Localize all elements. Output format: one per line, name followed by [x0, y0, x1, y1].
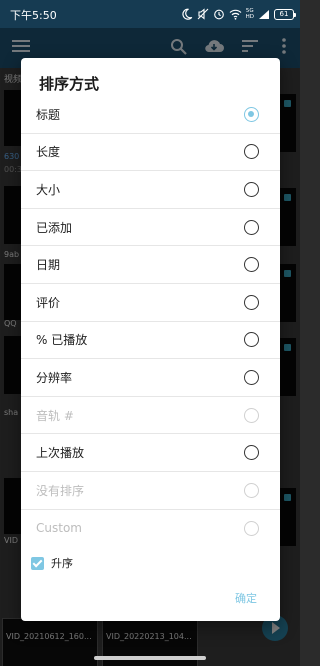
status-icons: 5G HD 61	[181, 6, 296, 22]
sort-option-radio[interactable]	[244, 294, 259, 310]
sort-option: Custom	[21, 510, 280, 548]
sort-option-label: Custom	[36, 521, 82, 536]
network-type-icon: 5G HD	[246, 8, 254, 20]
sort-option[interactable]: 长度	[21, 134, 280, 172]
sort-option-label: 没有排序	[36, 483, 85, 498]
sort-option-radio	[244, 482, 259, 498]
dialog-title: 排序方式	[39, 75, 100, 93]
ascending-option[interactable]: 升序	[31, 554, 73, 572]
sort-option-label: 分辨率	[36, 370, 73, 385]
sort-option-label: 评价	[36, 295, 61, 310]
sort-option[interactable]: 上次播放	[21, 434, 280, 472]
sort-option-radio	[244, 520, 259, 536]
ok-button[interactable]: 确定	[235, 590, 257, 606]
sort-option[interactable]: 大小	[21, 171, 280, 209]
ascending-label: 升序	[51, 557, 73, 570]
home-indicator[interactable]	[94, 656, 206, 660]
wifi-icon	[229, 8, 242, 20]
sort-option-label: 音轨 #	[36, 408, 74, 423]
sort-option-radio[interactable]	[244, 181, 259, 197]
sort-option-label: 标题	[36, 107, 61, 122]
sort-option-radio[interactable]	[244, 332, 259, 348]
sort-option-radio[interactable]	[244, 257, 259, 273]
sort-option-label: 上次播放	[36, 446, 85, 461]
sort-options-list: 标题长度大小已添加日期评价 % 已播放分辨率音轨 # 上次播放没有排序 Custom	[21, 96, 280, 547]
sort-option: 没有排序	[21, 472, 280, 510]
sort-option[interactable]: 标题	[21, 96, 280, 134]
sort-option-radio[interactable]	[244, 445, 259, 461]
sort-option[interactable]: % 已播放	[21, 322, 280, 360]
sort-option-label: 长度	[36, 145, 61, 160]
sort-option[interactable]: 日期	[21, 246, 280, 284]
sort-option-radio	[244, 407, 259, 423]
sort-option-label: 已添加	[36, 220, 73, 235]
sort-option-label: % 已播放	[36, 333, 88, 348]
sort-option[interactable]: 评价	[21, 284, 280, 322]
status-time: 下午5:50	[10, 9, 57, 22]
signal-icon	[258, 9, 270, 20]
battery-icon: 61	[274, 8, 296, 20]
status-bar: 下午5:50 5G HD 61	[0, 0, 300, 28]
sort-option[interactable]: 分辨率	[21, 359, 280, 397]
sort-option: 音轨 #	[21, 397, 280, 435]
sort-option-label: 日期	[36, 258, 61, 273]
sort-option-radio[interactable]	[244, 106, 259, 122]
dnd-moon-icon	[181, 8, 193, 20]
sort-option-radio[interactable]	[244, 369, 259, 385]
ascending-checkbox[interactable]	[31, 556, 44, 570]
mute-icon	[197, 8, 209, 20]
alarm-icon	[213, 8, 225, 20]
sort-dialog: 排序方式 标题长度大小已添加日期评价 % 已播放分辨率音轨 # 上次播放没有排序 Cu…	[21, 58, 280, 621]
battery-level: 61	[279, 9, 289, 18]
sort-option[interactable]: 已添加	[21, 209, 280, 247]
sort-option-radio[interactable]	[244, 219, 259, 235]
sort-option-radio[interactable]	[244, 144, 259, 160]
sort-option-label: 大小	[36, 182, 61, 197]
network-sub-label: HD	[245, 14, 254, 20]
